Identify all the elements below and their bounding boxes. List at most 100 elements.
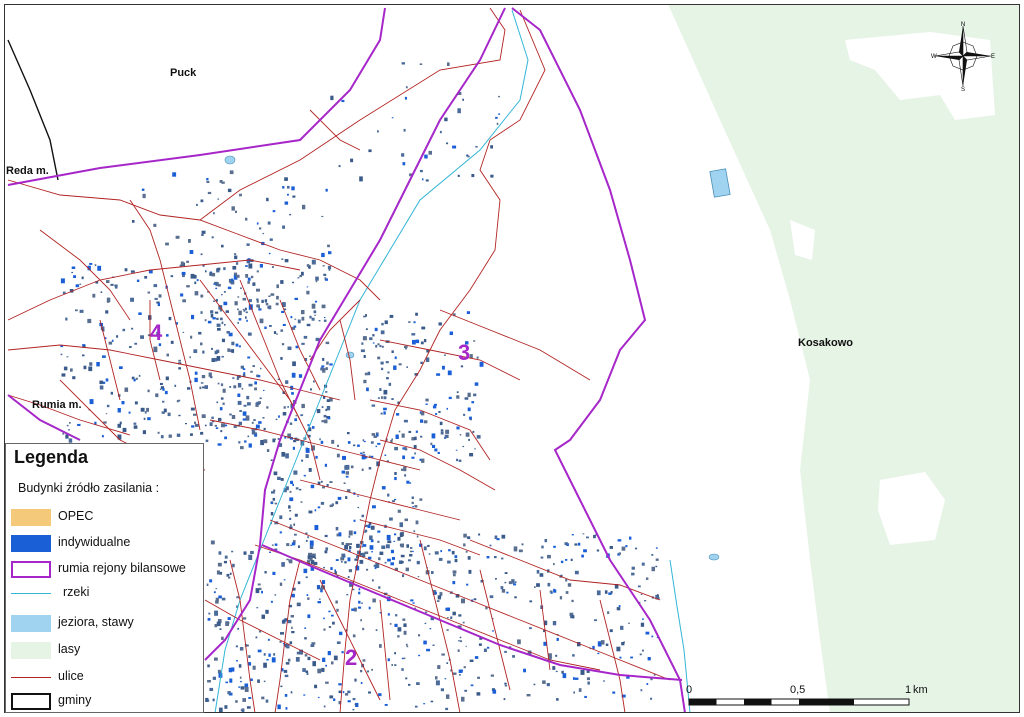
building [459,434,462,436]
building [369,545,374,550]
building [348,543,352,545]
building [367,371,371,376]
building [389,517,393,521]
building [410,547,413,549]
building [467,155,470,158]
building [227,188,232,193]
building [405,677,408,680]
building [83,365,87,370]
building [79,283,82,285]
building [294,318,297,320]
north-arrow-icon: N S W E [929,20,997,93]
building [431,571,434,574]
building [475,146,478,148]
building [264,299,267,303]
building [452,581,456,585]
building [275,418,278,421]
building [215,588,218,590]
building [189,250,194,254]
building [238,664,242,668]
legend-label: indywidualne [58,535,131,549]
building [473,598,477,601]
building [377,356,381,360]
building [361,514,364,518]
building [163,408,167,413]
building [445,707,449,711]
building [208,372,212,377]
building [504,581,507,584]
building [408,683,411,686]
street-line-icon [11,677,51,678]
building [227,286,232,290]
building [133,378,136,382]
building [375,344,378,348]
building [398,430,401,433]
building [247,402,251,406]
building [312,553,315,556]
building [215,287,218,290]
building [213,212,215,215]
place-label-rumia: Rumia m. [32,399,82,411]
building [371,668,373,671]
building [259,318,264,324]
building [283,406,286,409]
building [329,695,334,699]
building [226,573,230,577]
building [247,280,250,284]
building [313,310,317,314]
building [411,456,415,459]
building [328,251,332,255]
building [498,113,501,115]
building [245,274,249,278]
building [536,570,540,574]
building [306,560,311,563]
building [542,680,546,684]
building [432,444,436,448]
building [279,641,282,643]
building [303,474,306,477]
building [492,689,497,694]
building [238,345,241,348]
building [315,280,318,283]
building [238,686,241,688]
building [282,186,285,189]
building [176,433,181,437]
building [301,459,304,462]
building [403,630,407,635]
building [213,591,216,594]
building [641,562,645,566]
building [325,367,328,371]
building [291,392,294,395]
building [449,331,453,335]
building [66,424,69,427]
building [457,174,460,177]
building [222,402,225,405]
building [546,683,550,687]
building [307,656,311,661]
building [256,401,260,405]
building [401,668,404,671]
building [97,265,102,271]
building [201,375,206,379]
building [467,536,471,540]
building [594,619,597,622]
building [562,673,567,679]
building [214,281,218,285]
lake-swatch-icon [11,615,51,632]
building [295,415,297,417]
building [379,344,382,348]
building [406,643,408,646]
legend-item-region-boundary: rumia rejony bilansowe [11,558,203,580]
building [436,600,440,602]
building [252,365,255,367]
building [360,619,362,622]
building [180,293,184,297]
building [246,243,250,246]
building [247,356,251,359]
building [408,559,411,562]
building [207,618,211,621]
building [372,334,375,337]
building [461,598,465,604]
building [301,403,305,409]
building [306,672,309,675]
